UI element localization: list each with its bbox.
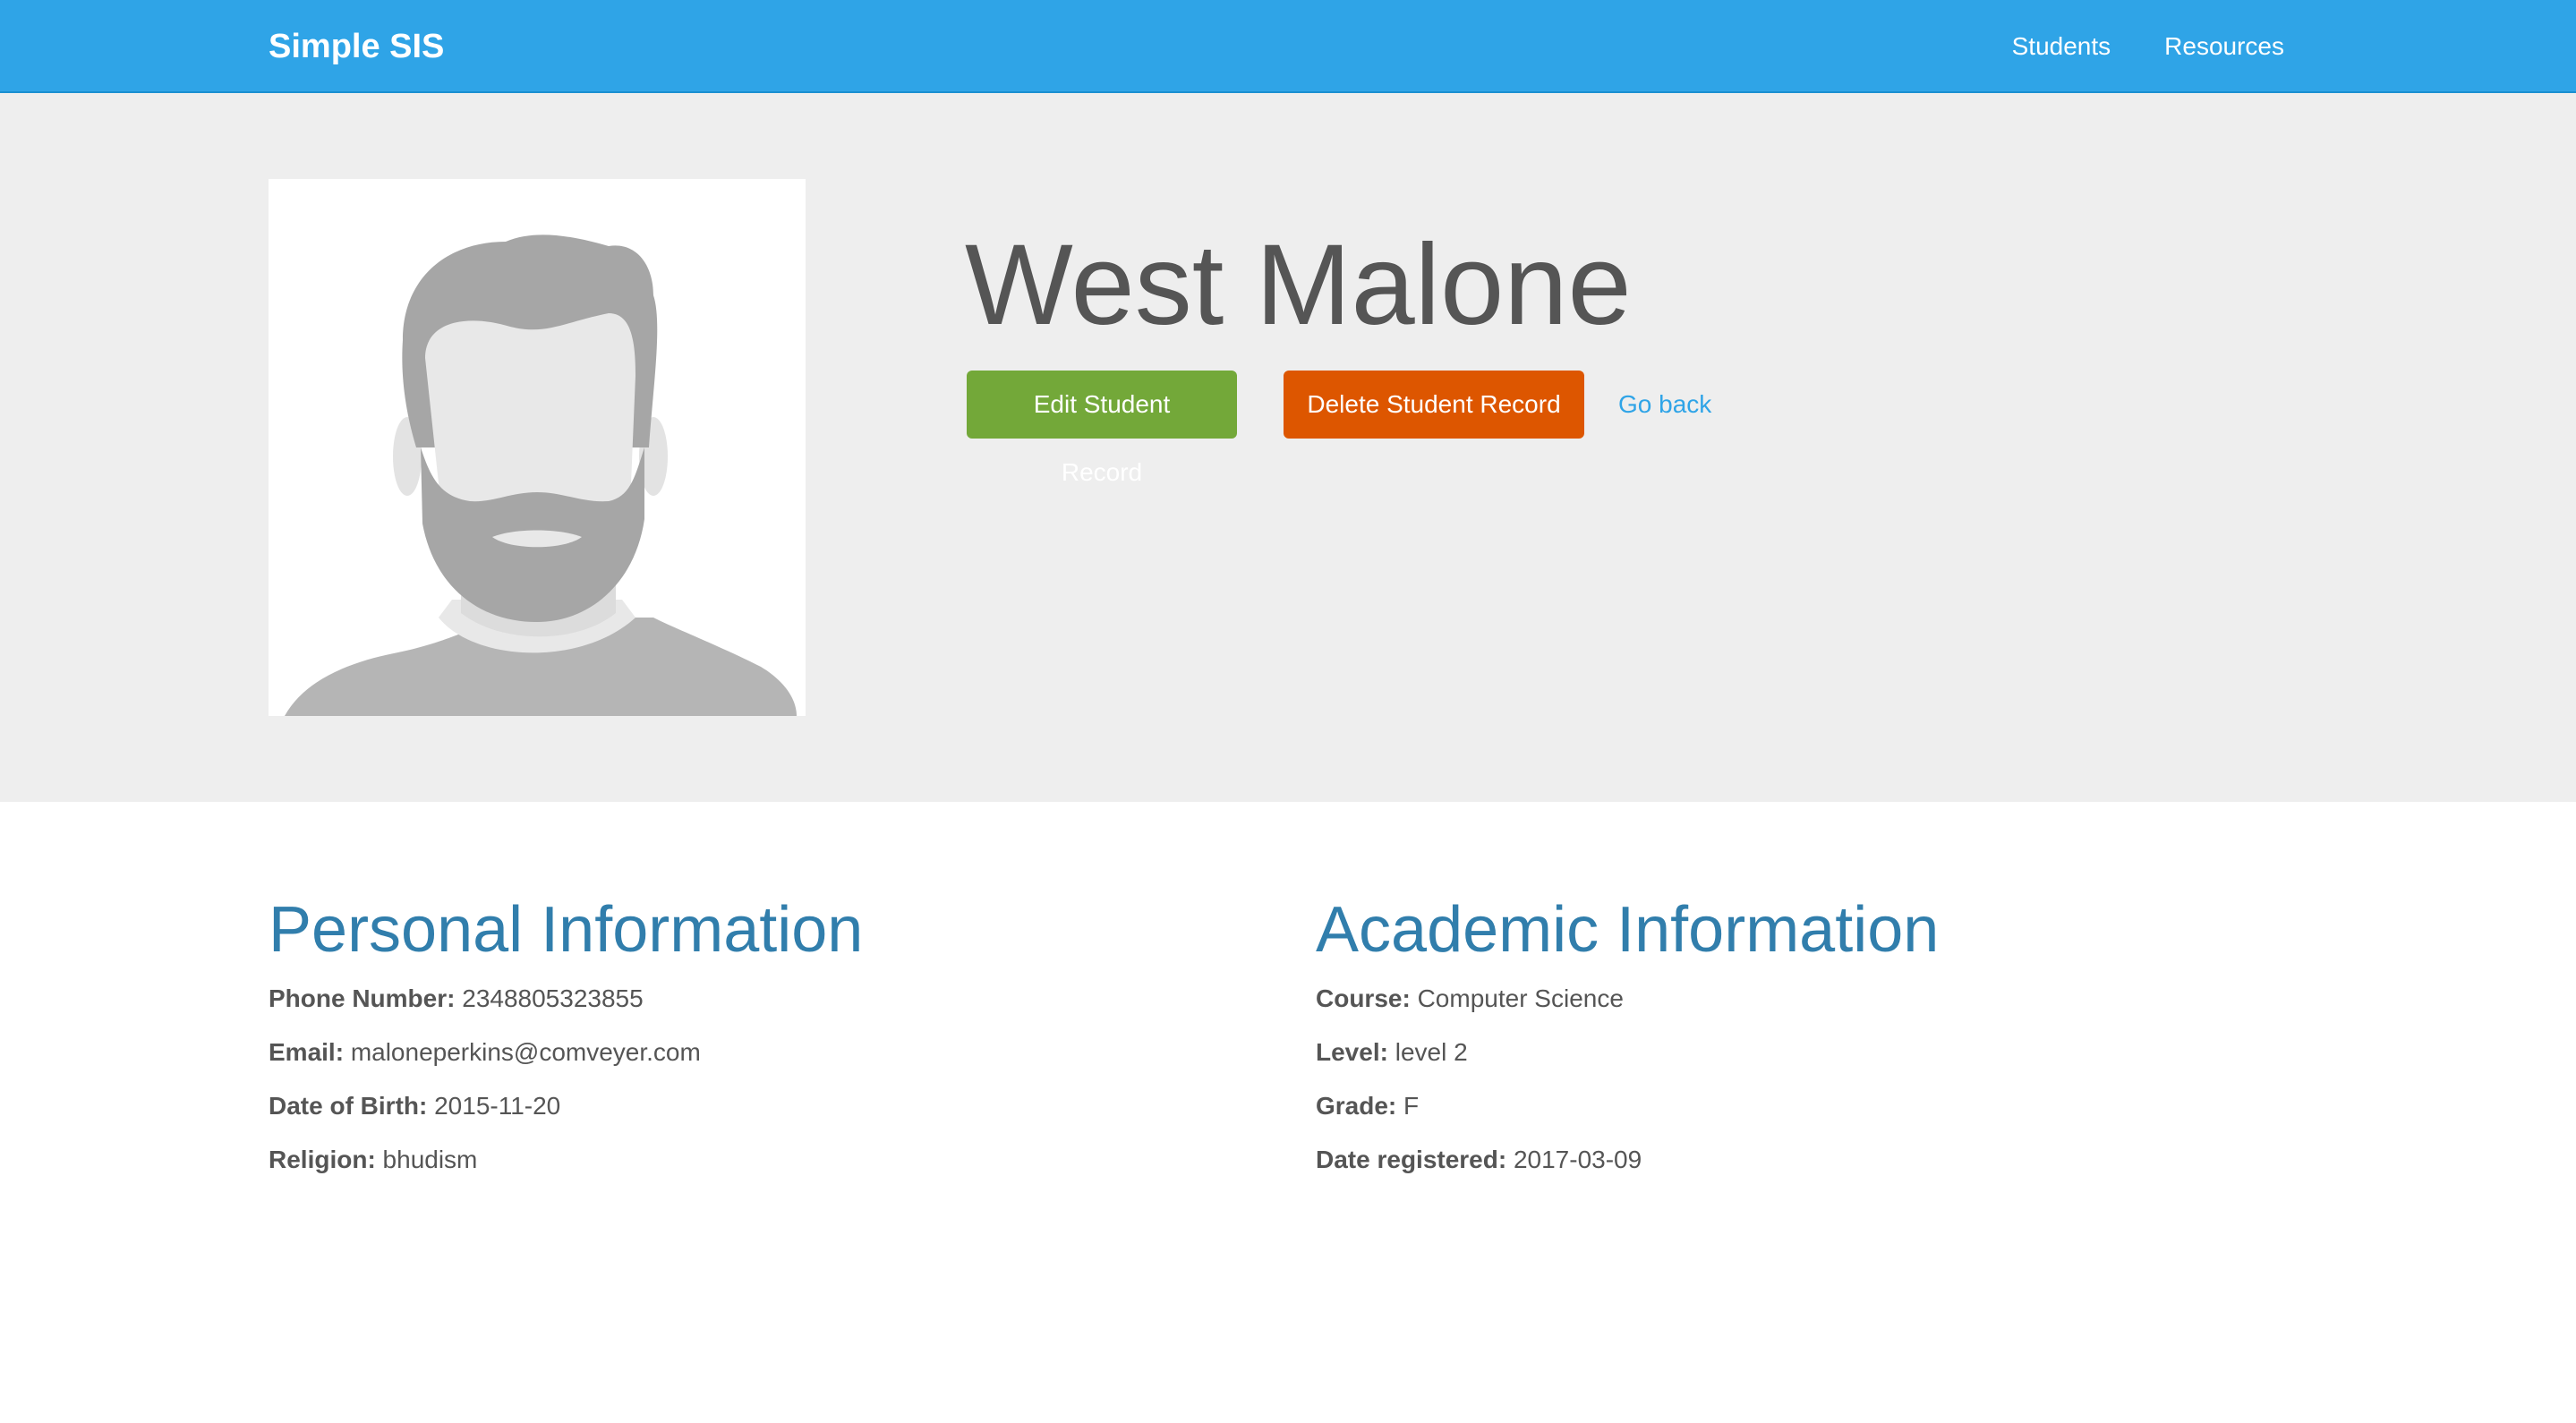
date-of-birth-row: Date of Birth: 2015-11-20 bbox=[269, 1088, 1164, 1124]
edit-student-button[interactable]: Edit Student Record bbox=[967, 371, 1237, 486]
course-label: Course: bbox=[1316, 984, 1411, 1012]
avatar bbox=[269, 179, 806, 716]
brand-link[interactable]: Simple SIS bbox=[269, 23, 444, 70]
level-label: Level: bbox=[1316, 1038, 1388, 1066]
level-value: level 2 bbox=[1395, 1038, 1468, 1066]
email-value: maloneperkins@comveyer.com bbox=[350, 1038, 701, 1066]
profile-actions: Edit Student Record Delete Student Recor… bbox=[967, 371, 1711, 486]
date-of-birth-label: Date of Birth: bbox=[269, 1092, 428, 1120]
nav-links: Students Resources bbox=[2012, 23, 2284, 70]
delete-student-button[interactable]: Delete Student Record bbox=[1284, 371, 1584, 439]
email-row: Email: maloneperkins@comveyer.com bbox=[269, 1035, 1164, 1070]
person-placeholder-icon bbox=[285, 234, 797, 716]
phone-number-row: Phone Number: 2348805323855 bbox=[269, 981, 1164, 1017]
student-name: West Malone bbox=[965, 221, 1632, 349]
grade-value: F bbox=[1403, 1092, 1420, 1120]
phone-number-label: Phone Number: bbox=[269, 984, 456, 1012]
personal-information-title: Personal Information bbox=[269, 894, 864, 966]
email-label: Email: bbox=[269, 1038, 345, 1066]
level-row: Level: level 2 bbox=[1316, 1035, 2211, 1070]
academic-information-title: Academic Information bbox=[1316, 894, 1940, 966]
religion-value: bhudism bbox=[382, 1146, 478, 1173]
grade-row: Grade: F bbox=[1316, 1088, 2211, 1124]
date-registered-value: 2017-03-09 bbox=[1513, 1146, 1642, 1173]
navbar: Simple SIS Students Resources bbox=[0, 0, 2576, 93]
date-registered-row: Date registered: 2017-03-09 bbox=[1316, 1142, 2211, 1178]
personal-information: Personal Information Phone Number: 23488… bbox=[269, 890, 1164, 1196]
phone-number-value: 2348805323855 bbox=[462, 984, 644, 1012]
nav-link-resources[interactable]: Resources bbox=[2164, 23, 2284, 70]
religion-row: Religion: bhudism bbox=[269, 1142, 1164, 1178]
go-back-link[interactable]: Go back bbox=[1618, 390, 1711, 419]
course-value: Computer Science bbox=[1417, 984, 1624, 1012]
course-row: Course: Computer Science bbox=[1316, 981, 2211, 1017]
date-of-birth-value: 2015-11-20 bbox=[434, 1092, 561, 1120]
grade-label: Grade: bbox=[1316, 1092, 1397, 1120]
religion-label: Religion: bbox=[269, 1146, 376, 1173]
academic-information: Academic Information Course: Computer Sc… bbox=[1316, 890, 2211, 1196]
nav-link-students[interactable]: Students bbox=[2012, 23, 2111, 70]
profile-header: West Malone Edit Student Record Delete S… bbox=[0, 93, 2576, 802]
date-registered-label: Date registered: bbox=[1316, 1146, 1507, 1173]
